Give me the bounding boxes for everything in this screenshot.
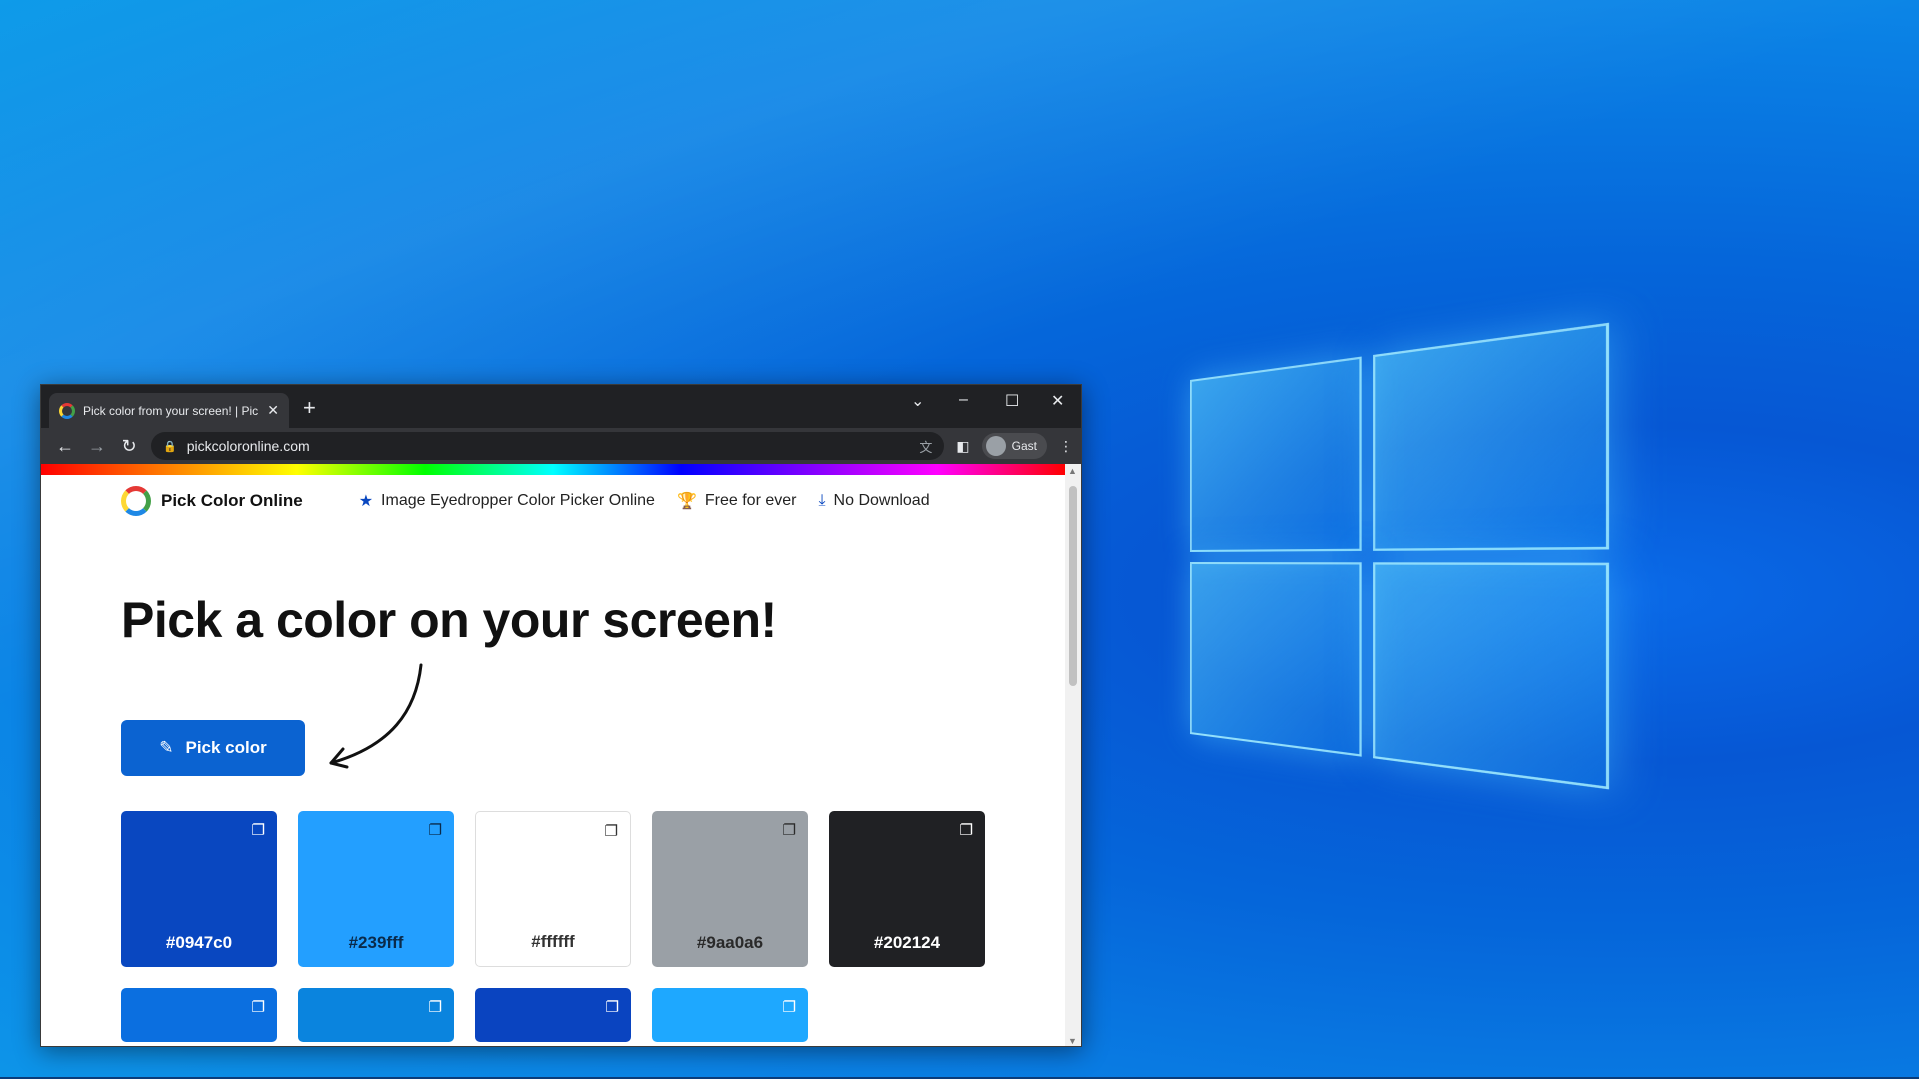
color-swatch[interactable]: ❐ #9aa0a6: [652, 811, 808, 967]
maximize-button[interactable]: ☐: [1005, 391, 1019, 411]
nav-eyedropper[interactable]: ★ Image Eyedropper Color Picker Online: [359, 491, 655, 511]
scroll-thumb[interactable]: [1069, 486, 1077, 686]
nav-no-download[interactable]: ⤓ No Download: [818, 492, 929, 510]
avatar: [985, 436, 1006, 456]
tab-title: Pick color from your screen! | Pic: [83, 403, 259, 418]
favicon-icon: [59, 402, 75, 419]
download-icon: ⤓: [818, 492, 826, 509]
browser-titlebar: Pick color from your screen! | Pic ✕ + ⌄…: [41, 385, 1081, 428]
site-header: Pick Color Online ★ Image Eyedropper Col…: [121, 481, 991, 521]
swatch-grid: ❐ #0947c0 ❐ #239fff ❐ #ffffff ❐ #9aa0a6 …: [121, 811, 985, 1042]
scroll-down-icon[interactable]: ▼: [1068, 1036, 1077, 1046]
tab-search-icon[interactable]: ⌄: [911, 391, 924, 411]
browser-tab[interactable]: Pick color from your screen! | Pic ✕: [49, 393, 289, 428]
close-tab-icon[interactable]: ✕: [267, 402, 279, 419]
forward-icon[interactable]: →: [81, 436, 113, 457]
nav-label: Free for ever: [704, 492, 797, 509]
logo-text[interactable]: Pick Color Online: [161, 491, 303, 511]
color-swatch[interactable]: ❐: [652, 988, 808, 1042]
address-bar[interactable]: 🔒 pickcoloronline.com 文: [151, 432, 945, 460]
copy-icon[interactable]: ❐: [429, 998, 442, 1016]
color-swatch[interactable]: ❐: [298, 988, 454, 1042]
eyedropper-icon: ✎: [159, 738, 174, 757]
reload-icon[interactable]: ↻: [113, 436, 145, 457]
copy-icon[interactable]: ❐: [783, 821, 796, 839]
nav-free[interactable]: 🏆 Free for ever: [677, 491, 797, 511]
lock-icon[interactable]: 🔒: [163, 440, 177, 453]
copy-icon[interactable]: ❐: [783, 998, 796, 1016]
swatch-hex: #0947c0: [165, 933, 233, 952]
trophy-icon: 🏆: [676, 493, 697, 510]
scroll-up-icon[interactable]: ▲: [1068, 466, 1077, 476]
copy-icon[interactable]: ❐: [252, 821, 265, 839]
profile-label: Gast: [1011, 439, 1037, 453]
rainbow-bar: [41, 464, 1065, 475]
swatch-hex: #202124: [873, 933, 941, 952]
browser-toolbar: ← → ↻ 🔒 pickcoloronline.com 文 ◧ Gast ⋮: [41, 428, 1081, 464]
profile-button[interactable]: Gast: [981, 433, 1047, 459]
pick-color-label: Pick color: [185, 738, 267, 757]
new-tab-button[interactable]: +: [303, 397, 316, 419]
color-swatch[interactable]: ❐ #ffffff: [475, 811, 631, 967]
pick-color-button[interactable]: ✎ Pick color: [121, 720, 305, 776]
scrollbar[interactable]: ▲ ▼: [1065, 464, 1081, 1046]
logo-icon[interactable]: [121, 486, 151, 516]
copy-icon[interactable]: ❐: [252, 998, 265, 1016]
color-swatch[interactable]: ❐ #0947c0: [121, 811, 277, 967]
translate-icon[interactable]: 文: [919, 437, 932, 456]
windows-logo: [1190, 322, 1610, 798]
close-window-button[interactable]: ✕: [1051, 391, 1064, 411]
url-text: pickcoloronline.com: [186, 438, 310, 454]
copy-icon[interactable]: ❐: [960, 821, 973, 839]
page-viewport: Pick Color Online ★ Image Eyedropper Col…: [41, 475, 1067, 1046]
copy-icon[interactable]: ❐: [429, 821, 442, 839]
arrow-icon: [329, 663, 423, 769]
copy-icon[interactable]: ❐: [606, 998, 619, 1016]
swatch-hex: #239fff: [348, 933, 404, 952]
color-swatch[interactable]: ❐: [475, 988, 631, 1042]
color-swatch[interactable]: ❐ #239fff: [298, 811, 454, 967]
minimize-button[interactable]: –: [959, 391, 968, 409]
back-icon[interactable]: ←: [49, 436, 81, 457]
side-panel-icon[interactable]: ◧: [956, 438, 969, 455]
nav-label: Image Eyedropper Color Picker Online: [381, 492, 655, 509]
swatch-hex: #ffffff: [531, 932, 575, 951]
page-title: Pick a color on your screen!: [121, 592, 777, 648]
browser-window: Pick color from your screen! | Pic ✕ + ⌄…: [40, 384, 1082, 1047]
color-swatch[interactable]: ❐: [121, 988, 277, 1042]
menu-icon[interactable]: ⋮: [1059, 438, 1073, 455]
color-swatch[interactable]: ❐ #202124: [829, 811, 985, 967]
nav-label: No Download: [833, 492, 930, 509]
star-icon: ★: [358, 493, 374, 510]
swatch-hex: #9aa0a6: [696, 933, 764, 952]
copy-icon[interactable]: ❐: [605, 822, 618, 840]
